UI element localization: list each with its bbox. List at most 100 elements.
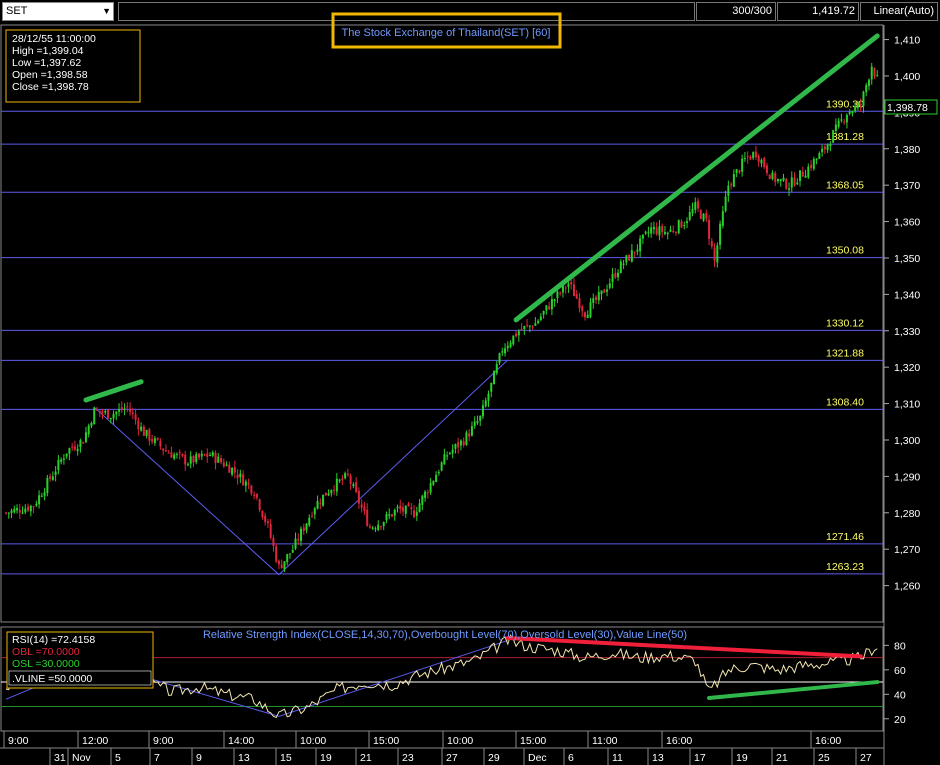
candle-body <box>396 506 399 509</box>
candle-body <box>763 158 766 168</box>
candle-body <box>178 451 181 454</box>
candle-body <box>87 425 90 435</box>
candle-body <box>793 177 796 186</box>
candle-body <box>867 79 870 86</box>
candle-body <box>341 478 344 480</box>
candle-body <box>451 449 454 454</box>
candle-body <box>421 495 424 505</box>
candle-body <box>603 289 606 293</box>
candle-body <box>848 111 851 114</box>
candle-body <box>776 179 779 182</box>
candle-body <box>355 482 358 492</box>
candle-body <box>162 448 165 451</box>
price-tick-label: 1,400 <box>894 71 920 83</box>
candle-body <box>652 226 655 230</box>
candle-body <box>76 448 79 452</box>
last-price-tag: 1,398.78 <box>887 102 928 114</box>
candle-body <box>732 174 735 187</box>
candle-body <box>220 458 223 463</box>
candle-body <box>743 158 746 160</box>
candle-body <box>564 287 567 289</box>
candle-body <box>752 152 755 159</box>
price-tick-label: 1,290 <box>894 471 920 483</box>
candle-body <box>876 75 879 77</box>
time-tick-label: 16:00 <box>666 735 692 747</box>
date-tick-label: 21 <box>360 752 372 764</box>
candle-body <box>468 433 471 437</box>
candle-body <box>501 351 504 353</box>
rsi-tick-label: 60 <box>894 665 906 677</box>
candle-body <box>120 407 123 411</box>
candle-body <box>233 467 236 473</box>
candle-body <box>782 177 785 181</box>
candle-body <box>512 335 515 345</box>
candle-body <box>374 528 377 530</box>
candle-body <box>349 475 352 484</box>
date-tick-label: 19 <box>320 752 332 764</box>
candle-body <box>870 66 873 80</box>
horizontal-levels: 1390.301381.281368.051350.081330.121321.… <box>1 98 883 575</box>
candle-body <box>297 539 300 541</box>
candle-body <box>277 560 280 565</box>
candle-body <box>611 274 614 283</box>
price-tick-label: 1,300 <box>894 435 920 447</box>
time-tick-label: 15:00 <box>373 735 399 747</box>
candle-body <box>302 527 305 531</box>
candle-body <box>727 185 730 196</box>
candle-body <box>203 454 206 456</box>
candle-body <box>170 452 173 458</box>
price-tick-label: 1,320 <box>894 362 920 374</box>
candle-body <box>672 231 675 233</box>
chart-title: The Stock Exchange of Thailand(SET) [60] <box>342 27 551 39</box>
candle-body <box>528 325 531 327</box>
level-label: 1308.40 <box>826 396 864 408</box>
candle-body <box>608 283 611 288</box>
candle-body <box>462 441 465 446</box>
price-tick-label: 1,340 <box>894 289 920 301</box>
price-tick-label: 1,280 <box>894 508 920 520</box>
candle-body <box>49 476 52 479</box>
candle-body <box>32 506 35 508</box>
candle-body <box>115 411 118 415</box>
candle-body <box>597 292 600 301</box>
candle-body <box>738 170 741 173</box>
candle-body <box>377 524 380 531</box>
candle-body <box>677 220 680 234</box>
candle-body <box>112 413 115 419</box>
candle-body <box>189 456 192 464</box>
candle-body <box>600 290 603 295</box>
candle-body <box>308 517 311 526</box>
level-label: 1350.08 <box>826 245 864 257</box>
candle-body <box>435 475 438 483</box>
candle-body <box>437 472 440 474</box>
candle-body <box>666 232 669 235</box>
candle-body <box>269 524 272 538</box>
candle-body <box>319 503 322 505</box>
candle-body <box>774 172 777 182</box>
candle-body <box>470 426 473 436</box>
candle-body <box>559 292 562 294</box>
candle-body <box>834 124 837 132</box>
candle-body <box>796 182 799 185</box>
time-tick-label: 10:00 <box>447 735 473 747</box>
date-tick-label: 17 <box>694 752 706 764</box>
price-tick-label: 1,310 <box>894 399 920 411</box>
date-tick-label: 6 <box>568 752 574 764</box>
candle-body <box>164 450 167 452</box>
candle-body <box>360 504 363 508</box>
chart-canvas[interactable]: 1390.301381.281368.051350.081330.121321.… <box>0 0 940 765</box>
candle-body <box>473 421 476 427</box>
candle-body <box>493 371 496 385</box>
candle-body <box>840 119 843 121</box>
candle-body <box>335 478 338 492</box>
rsi-title: Relative Strength Index(CLOSE,14,30,70),… <box>203 629 687 641</box>
candle-body <box>211 452 214 456</box>
candle-body <box>35 503 38 506</box>
candle-body <box>595 296 598 301</box>
candle-body <box>636 249 639 252</box>
candle-body <box>542 311 545 315</box>
ohlc-low: Low =1,397.62 <box>12 57 81 69</box>
candle-body <box>765 165 768 174</box>
candle-body <box>490 382 493 392</box>
candle-body <box>812 159 815 169</box>
